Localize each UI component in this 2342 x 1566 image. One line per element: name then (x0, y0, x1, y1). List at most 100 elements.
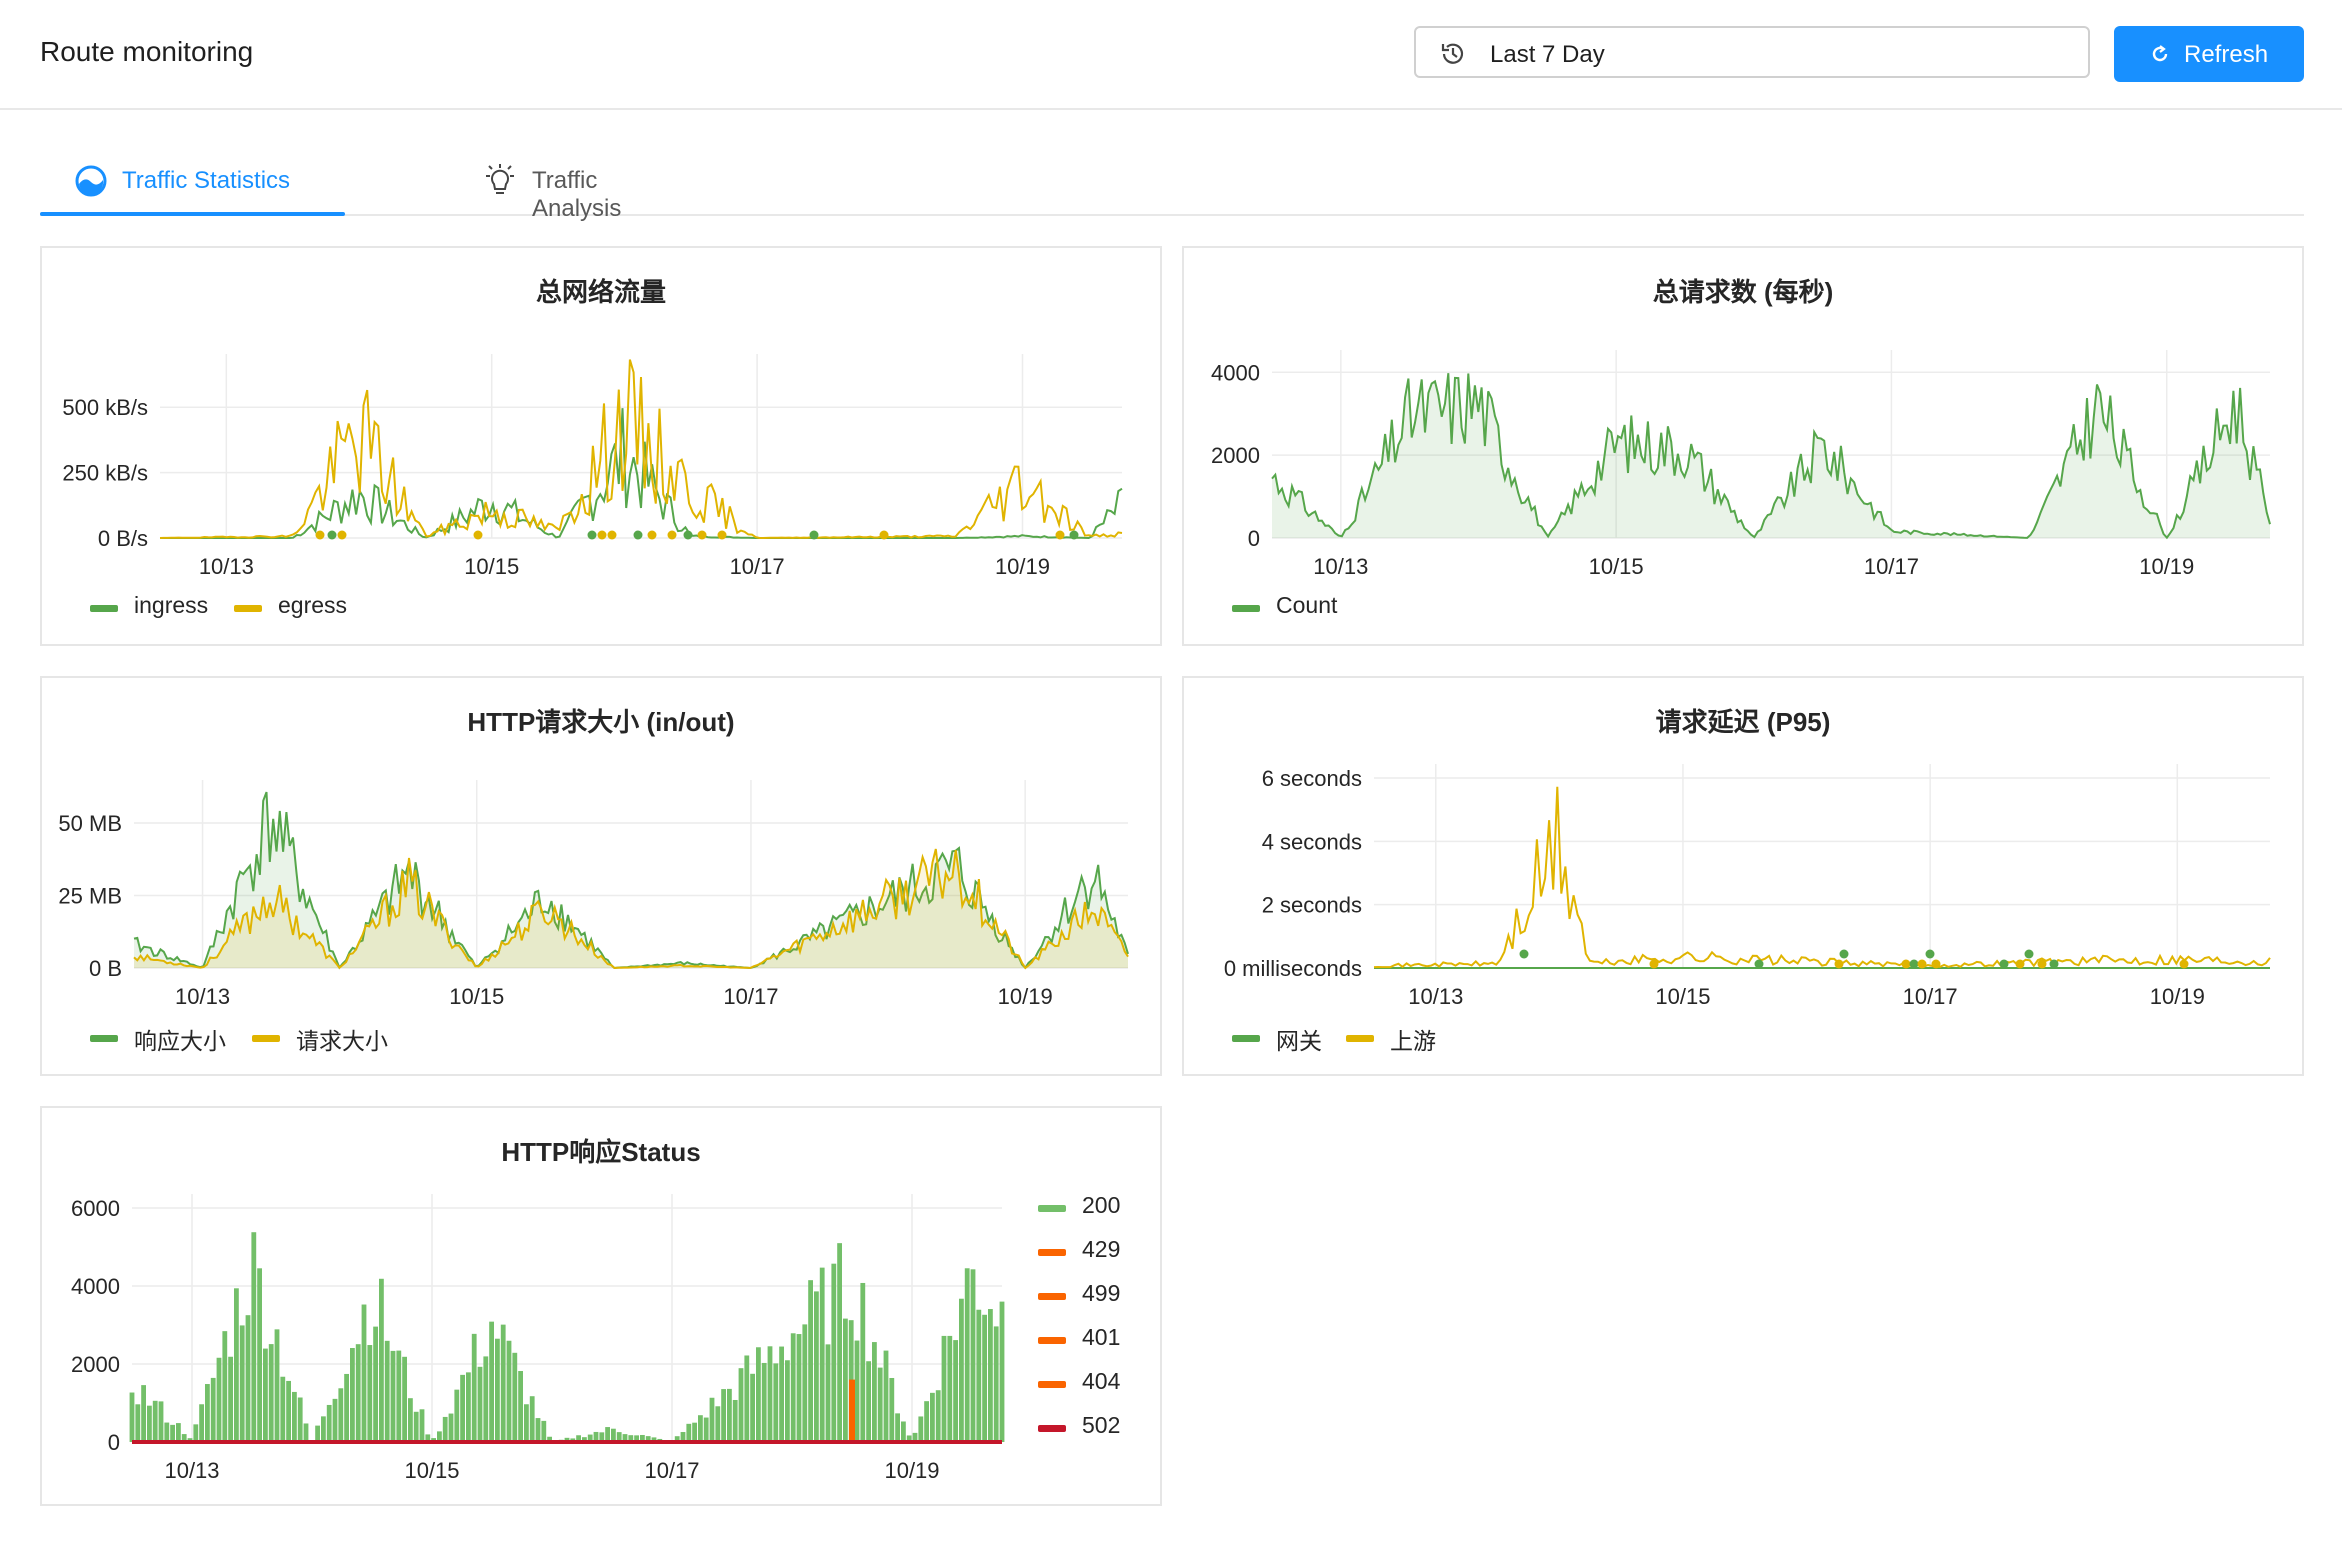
bar-200 (819, 1267, 825, 1442)
bar-200 (384, 1340, 390, 1442)
bar-200 (344, 1373, 349, 1442)
bar-200 (477, 1366, 483, 1442)
bar-200 (500, 1324, 506, 1442)
data-point (1931, 959, 1941, 969)
page-title: Route monitoring (40, 36, 254, 67)
bar-200 (413, 1411, 419, 1442)
bar-200 (715, 1406, 721, 1442)
bar-200 (935, 1390, 941, 1442)
bar-200 (854, 1340, 860, 1442)
bar-200 (158, 1401, 164, 1442)
data-point (633, 530, 643, 540)
tab-traffic-analysis[interactable]: Traffic Analysis (440, 150, 680, 222)
bar-200 (315, 1425, 320, 1442)
data-point (683, 530, 693, 540)
data-point (697, 530, 707, 540)
bar-200 (141, 1385, 146, 1442)
bar-200 (274, 1329, 280, 1442)
bar-200 (796, 1334, 802, 1442)
data-point (1917, 959, 1927, 969)
data-point (1519, 949, 1529, 959)
time-range-picker[interactable]: Last 7 Day (1414, 26, 2090, 78)
y-tick-label: 25 MB (58, 884, 122, 909)
data-point (667, 530, 677, 540)
legend-swatch (1232, 605, 1260, 612)
bar-200 (814, 1291, 819, 1442)
bar-200 (953, 1340, 958, 1442)
refresh-label: Refresh (2184, 41, 2269, 68)
y-tick-label: 4000 (71, 1274, 120, 1299)
latency-chart[interactable]: 6 seconds 4 seconds 2 seconds 0 millisecond… (1184, 678, 2304, 1018)
bar-200 (205, 1384, 210, 1442)
bar-200 (686, 1423, 692, 1442)
bar-200 (257, 1268, 262, 1442)
bar-200 (703, 1417, 709, 1442)
status-chart[interactable]: 6000 4000 2000 0 10/13 10/15 10/17 10/19 (42, 1108, 1162, 1504)
data-point (2049, 959, 2059, 969)
top-bar: Route monitoring Last 7 Day Refresh (0, 0, 2342, 110)
time-range-value: Last 7 Day (1490, 41, 1605, 68)
bar-429 (849, 1379, 855, 1442)
legend-label: 429 (1082, 1236, 1121, 1262)
bar-200 (506, 1340, 512, 1442)
legend-label: 网关 (1276, 1028, 1322, 1054)
bar-200 (419, 1409, 425, 1442)
data-point (2024, 949, 2034, 959)
bar-200 (239, 1325, 245, 1442)
bar-200 (280, 1376, 286, 1442)
bar-200 (767, 1346, 773, 1442)
data-point (1901, 959, 1911, 969)
legend-swatch (1038, 1381, 1066, 1388)
tab-label: Traffic Statistics (122, 167, 291, 194)
bar-200 (379, 1278, 384, 1442)
bar-200 (408, 1398, 413, 1442)
legend-swatch (252, 1035, 280, 1042)
y-tick-label: 0 milliseconds (1224, 956, 1362, 981)
bar-200 (843, 1318, 848, 1442)
traffic-chart[interactable]: 500 kB/s 250 kB/s 0 B/s 10/13 10/15 10/17 10/1… (42, 248, 1162, 588)
legend-label: 请求大小 (296, 1028, 388, 1054)
data-point (1834, 959, 1844, 969)
bar-200 (495, 1338, 500, 1442)
requests-chart[interactable]: 4000 2000 0 10/13 10/15 10/17 10/19 (1184, 248, 2304, 588)
data-point (2179, 959, 2189, 969)
y-tick-label: 50 MB (58, 811, 122, 836)
y-tick-label: 0 B/s (98, 526, 148, 551)
bar-200 (483, 1356, 489, 1442)
size-chart[interactable]: 50 MB 25 MB 0 B 10/13 10/15 10/17 10/19 (42, 678, 1162, 1018)
data-point (1069, 530, 1079, 540)
panel-http-size: HTTP请求大小 (in/out) 50 MB 25 MB 0 B 10/13 10/1… (40, 676, 1162, 1076)
data-point (1055, 530, 1065, 540)
bar-200 (941, 1335, 947, 1442)
legend-swatch (1038, 1205, 1066, 1212)
bar-200 (355, 1344, 361, 1442)
bar-200 (529, 1396, 535, 1442)
bar-200 (918, 1416, 924, 1442)
refresh-icon (2152, 45, 2168, 62)
x-tick-label: 10/19 (2139, 554, 2194, 579)
y-tick-label: 2 seconds (1262, 893, 1362, 918)
bar-200 (460, 1374, 465, 1442)
data-point (647, 530, 657, 540)
panel-http-status: HTTP响应Status 6000 4000 2000 0 10/13 10/15 10/1… (40, 1106, 1162, 1506)
bar-200 (193, 1424, 199, 1442)
bar-200 (512, 1352, 518, 1442)
legend-label: egress (278, 592, 348, 618)
data-point (1649, 959, 1659, 969)
x-tick-label: 10/13 (1313, 554, 1368, 579)
bar-200 (877, 1367, 883, 1442)
refresh-button[interactable]: Refresh (2114, 26, 2304, 82)
bar-200 (222, 1331, 228, 1442)
panel-total-requests: 总请求数 (每秒) 4000 2000 0 10/13 10/15 10/17 10/19 … (1182, 246, 2304, 646)
x-tick-label: 10/17 (730, 554, 785, 579)
bar-200 (883, 1350, 889, 1442)
bar-200 (402, 1356, 407, 1442)
bar-200 (970, 1269, 976, 1442)
tab-traffic-statistics[interactable]: Traffic Statistics (40, 150, 345, 216)
series-line-egress (159, 359, 1123, 539)
y-tick-label: 250 kB/s (62, 461, 148, 486)
bar-200 (216, 1357, 222, 1442)
bar-200 (744, 1355, 750, 1442)
data-point (1925, 949, 1935, 959)
bar-200 (964, 1268, 970, 1442)
